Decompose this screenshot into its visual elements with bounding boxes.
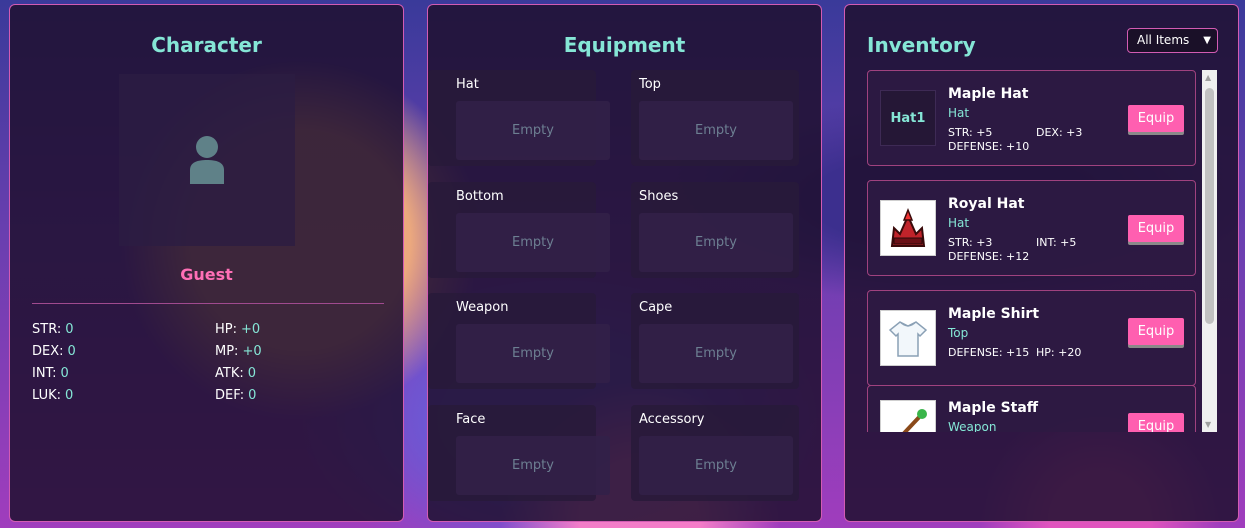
chevron-down-icon: ▼: [1203, 35, 1211, 46]
item-type: Hat: [948, 106, 970, 120]
inventory-title: Inventory: [867, 33, 976, 57]
item-stat: DEFENSE: +15: [948, 346, 1030, 359]
inventory-filter-select[interactable]: All Items ▼: [1127, 28, 1218, 53]
item-stat: DEX: +3: [1036, 126, 1083, 139]
slot-label: Hat: [456, 77, 479, 92]
slot-cape[interactable]: Cape Empty: [631, 293, 799, 389]
item-name: Maple Staff: [948, 400, 1039, 416]
slot-empty: Empty: [456, 213, 610, 272]
slot-empty: Empty: [456, 324, 610, 383]
slot-shoes[interactable]: Shoes Empty: [631, 182, 799, 278]
stat-dex: DEX: 0: [32, 344, 76, 359]
slot-label: Shoes: [639, 189, 679, 204]
item-type: Top: [948, 326, 969, 340]
stat-atk: ATK: 0: [215, 366, 257, 381]
character-portrait: [119, 74, 295, 246]
slot-label: Cape: [639, 300, 673, 315]
slot-label: Accessory: [639, 412, 705, 427]
scroll-up-icon[interactable]: ▲: [1205, 73, 1211, 82]
maple-staff-icon: [880, 400, 936, 432]
stat-luk: LUK: 0: [32, 388, 74, 403]
equipment-title: Equipment: [563, 33, 686, 57]
filter-value: All Items: [1137, 33, 1190, 47]
slot-label: Face: [456, 412, 486, 427]
item-stat: DEFENSE: +10: [948, 140, 1030, 153]
item-stat: HP: +20: [1036, 346, 1082, 359]
character-name: Guest: [180, 265, 233, 284]
equip-button[interactable]: Equip: [1128, 105, 1184, 132]
inventory-item-maple-hat[interactable]: Hat1 Maple Hat Hat STR: +5 DEX: +3 DEFEN…: [867, 70, 1196, 166]
slot-empty: Empty: [639, 213, 793, 272]
slot-empty: Empty: [456, 436, 610, 495]
equip-button[interactable]: Equip: [1128, 318, 1184, 345]
item-stat: STR: +3: [948, 236, 993, 249]
inventory-list[interactable]: Hat1 Maple Hat Hat STR: +5 DEX: +3 DEFEN…: [867, 70, 1219, 432]
inventory-scrollbar[interactable]: ▲ ▼: [1202, 70, 1217, 432]
slot-bottom[interactable]: Bottom Empty: [428, 182, 610, 278]
slot-face[interactable]: Face Empty: [428, 405, 610, 501]
inventory-item-maple-shirt[interactable]: Maple Shirt Top DEFENSE: +15 HP: +20 Equ…: [867, 290, 1196, 386]
slot-accessory[interactable]: Accessory Empty: [631, 405, 799, 501]
item-stat: DEFENSE: +12: [948, 250, 1030, 263]
stat-str: STR: 0: [32, 322, 74, 337]
maple-shirt-icon: [880, 310, 936, 366]
character-panel: Character Guest STR: 0 HP: +0 DEX: 0 MP: +0 …: [9, 4, 404, 522]
scroll-down-icon[interactable]: ▼: [1205, 420, 1211, 429]
stat-def: DEF: 0: [215, 388, 257, 403]
item-name: Royal Hat: [948, 196, 1025, 212]
slot-label: Weapon: [456, 300, 509, 315]
slot-label: Top: [639, 77, 661, 92]
stat-int: INT: 0: [32, 366, 69, 381]
item-type: Hat: [948, 216, 970, 230]
royal-hat-icon: [880, 200, 936, 256]
item-stat: STR: +5: [948, 126, 993, 139]
slot-weapon[interactable]: Weapon Empty: [428, 293, 610, 389]
slot-empty: Empty: [639, 324, 793, 383]
equip-button[interactable]: Equip: [1128, 413, 1184, 432]
inventory-panel: Inventory All Items ▼ Hat1 Maple Hat Hat…: [844, 4, 1239, 522]
character-title: Character: [151, 33, 262, 57]
maple-hat-icon: Hat1: [880, 90, 936, 146]
slot-top[interactable]: Top Empty: [631, 70, 799, 166]
item-name: Maple Hat: [948, 86, 1029, 102]
item-type: Weapon: [948, 420, 997, 432]
slot-empty: Empty: [456, 101, 610, 160]
slot-empty: Empty: [639, 101, 793, 160]
user-icon: [190, 136, 224, 184]
item-name: Maple Shirt: [948, 306, 1040, 322]
slot-empty: Empty: [639, 436, 793, 495]
divider: [32, 303, 384, 304]
stat-hp: HP: +0: [215, 322, 261, 337]
stat-mp: MP: +0: [215, 344, 262, 359]
inventory-item-maple-staff[interactable]: Maple Staff Weapon Equip: [867, 385, 1196, 432]
item-stat: INT: +5: [1036, 236, 1077, 249]
inventory-item-royal-hat[interactable]: Royal Hat Hat STR: +3 INT: +5 DEFENSE: +…: [867, 180, 1196, 276]
slot-label: Bottom: [456, 189, 504, 204]
equipment-panel: Equipment Hat Empty Top Empty Bottom Emp…: [427, 4, 822, 522]
equip-button[interactable]: Equip: [1128, 215, 1184, 242]
scrollbar-thumb[interactable]: [1205, 88, 1214, 324]
slot-hat[interactable]: Hat Empty: [428, 70, 610, 166]
